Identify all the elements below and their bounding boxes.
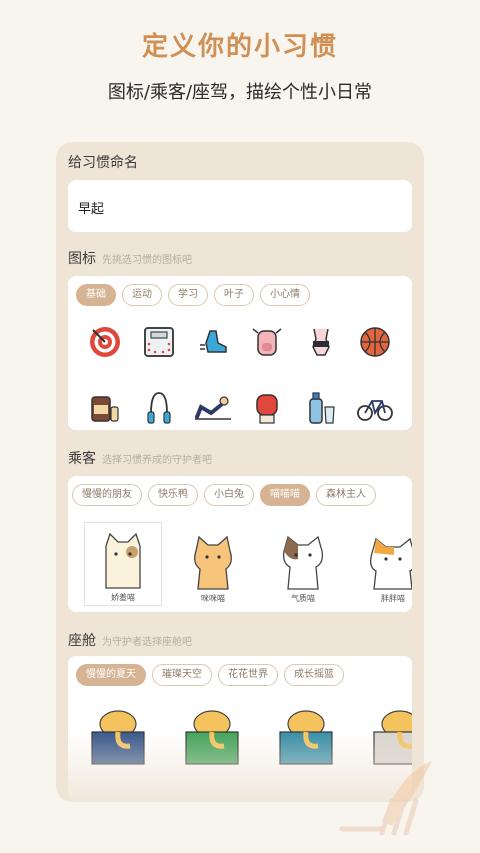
icon-tab-mood[interactable]: 小心情 [260, 284, 310, 306]
cat-chubby-icon [370, 537, 412, 590]
cat-name: 胖胖喵 [381, 594, 405, 603]
cabin-tab-cradle[interactable]: 成长摇篮 [284, 664, 344, 686]
cabin-tab-flower[interactable]: 花花世界 [218, 664, 278, 686]
cat-list: 娇羞喵 咪咪喵 气质喵 胖胖喵 [84, 522, 412, 606]
cat-option-chubby[interactable]: 胖胖喵 [354, 522, 412, 606]
jump-rope-icon[interactable] [132, 386, 186, 430]
target-icon[interactable] [78, 320, 132, 364]
cat-shy-icon [105, 532, 141, 589]
swimsuit-icon[interactable] [294, 320, 348, 364]
icon-tab-leaf[interactable]: 叶子 [214, 284, 254, 306]
page-title: 定义你的小习惯 [141, 32, 338, 62]
icon-section-hint: 先挑选习惯的图标吧 [102, 255, 192, 266]
bicycle-icon[interactable] [348, 386, 402, 430]
passenger-section-hint: 选择习惯养成的守护者吧 [102, 455, 212, 466]
cat-option-mimi[interactable]: 咪咪喵 [174, 522, 252, 606]
watermark-logo-icon [339, 761, 432, 836]
protein-jar-icon[interactable] [78, 386, 132, 430]
icon-panel: 基础 运动 学习 叶子 小心情 [68, 276, 412, 430]
cat-option-elegant[interactable]: 气质喵 [264, 522, 342, 606]
cat-option-shy[interactable]: 娇羞喵 [84, 522, 162, 606]
basketball-icon[interactable] [348, 320, 402, 364]
passenger-tab-bunny[interactable]: 小白兔 [204, 484, 254, 506]
cabin-tabs: 慢慢的夏天 璀璨天空 花花世界 成长摇篮 [76, 664, 344, 686]
passenger-tabs: 慢慢的朋友 快乐鸭 小白兔 喵喵喵 森林主人 [72, 484, 376, 506]
running-shoe-icon[interactable] [186, 320, 240, 364]
passenger-panel: 慢慢的朋友 快乐鸭 小白兔 喵喵喵 森林主人 娇羞喵 咪咪喵 气质喵 胖胖喵 [68, 476, 412, 612]
icon-grid [78, 320, 402, 430]
cat-elegant-icon [282, 535, 324, 590]
cow-icon[interactable] [240, 320, 294, 364]
situp-icon[interactable] [186, 386, 240, 430]
icon-section-title: 图标 先挑选习惯的图标吧 [68, 251, 192, 267]
scale-icon[interactable] [132, 320, 186, 364]
cat-mimi-icon [194, 535, 232, 590]
passenger-tab-slow-friend[interactable]: 慢慢的朋友 [72, 484, 142, 506]
icon-tab-sport[interactable]: 运动 [122, 284, 162, 306]
icon-tab-study[interactable]: 学习 [168, 284, 208, 306]
cabin-section-title: 座舱 为守护者选择座舱吧 [68, 633, 192, 649]
water-bottle-icon[interactable] [294, 386, 348, 430]
cabin-section-hint: 为守护者选择座舱吧 [102, 637, 192, 648]
habit-name-input[interactable]: 早起 [68, 180, 412, 232]
passenger-tab-cat[interactable]: 喵喵喵 [260, 484, 310, 506]
cat-name: 娇羞喵 [111, 593, 135, 602]
name-section-title: 给习惯命名 [68, 155, 138, 171]
passenger-tab-forest[interactable]: 森林主人 [316, 484, 376, 506]
habit-config-card: 给习惯命名 早起 图标 先挑选习惯的图标吧 基础 运动 学习 叶子 小心情 乘客… [56, 142, 424, 802]
icon-tab-basic[interactable]: 基础 [76, 284, 116, 306]
icon-tabs: 基础 运动 学习 叶子 小心情 [76, 284, 310, 306]
passenger-tab-happy-duck[interactable]: 快乐鸭 [148, 484, 198, 506]
cabin-tab-sky[interactable]: 璀璨天空 [152, 664, 212, 686]
page-subtitle: 图标/乘客/座驾，描绘个性小日常 [107, 82, 373, 103]
cabin-tab-summer[interactable]: 慢慢的夏天 [76, 664, 146, 686]
passenger-section-title: 乘客 选择习惯养成的守护者吧 [68, 451, 212, 467]
cat-name: 气质喵 [291, 594, 315, 603]
boxing-glove-icon[interactable] [240, 386, 294, 430]
cat-name: 咪咪喵 [201, 594, 225, 603]
